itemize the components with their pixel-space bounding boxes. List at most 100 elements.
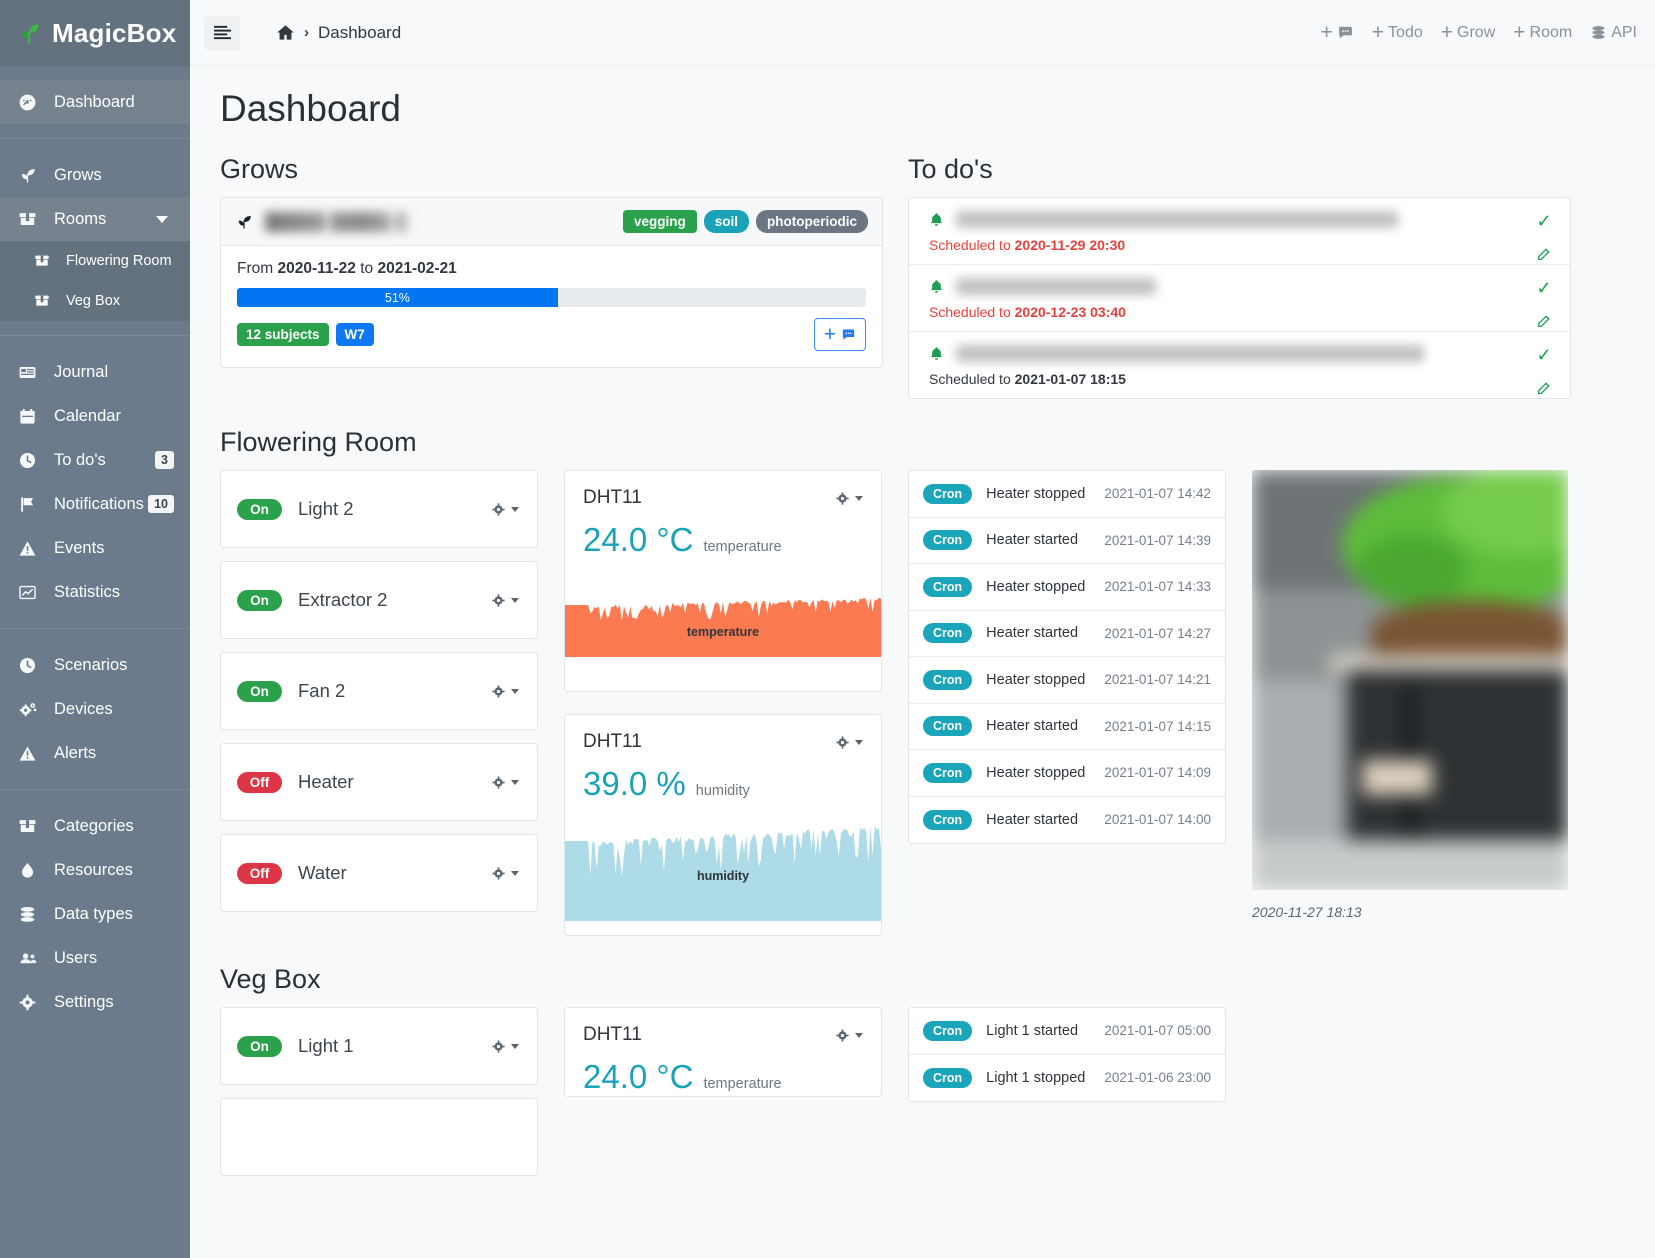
photo-column-flowering: 2020-11-27 18:13: [1252, 470, 1572, 920]
sidebar-item-todos[interactable]: To do's 3: [0, 438, 190, 482]
sidebar-item-rooms[interactable]: Rooms: [0, 197, 190, 241]
nav-group-grows-rooms: Grows Rooms Flowering Room Veg Box: [0, 139, 190, 336]
grow-add-note-button[interactable]: +: [813, 318, 866, 351]
device-list-flowering: On Light 2 On Extractor 2 On Fan 2 Off H…: [220, 470, 538, 912]
sensor-card-humidity[interactable]: DHT11 39.0 % humidity humidity: [564, 714, 882, 936]
sidebar-item-settings[interactable]: Settings: [0, 980, 190, 1024]
device-state-badge[interactable]: On: [237, 1035, 282, 1057]
todos-heading: To do's: [908, 154, 993, 184]
sidebar-item-dashboard[interactable]: Dashboard: [0, 80, 190, 124]
device-card[interactable]: On Extractor 2: [220, 561, 538, 639]
database-icon: [1590, 24, 1607, 41]
plus-icon: +: [1320, 21, 1333, 44]
device-state-badge[interactable]: On: [237, 589, 282, 611]
device-state-badge[interactable]: On: [237, 498, 282, 520]
todos-card: Scheduled to 2020-11-29 20:30 ✓ Schedule…: [908, 197, 1571, 399]
add-todo-action[interactable]: + Todo: [1372, 22, 1423, 43]
sidebar-item-label: Resources: [54, 860, 133, 879]
gear-icon: [491, 502, 506, 517]
room-photo[interactable]: [1252, 470, 1568, 890]
device-state-badge[interactable]: On: [237, 680, 282, 702]
event-log-row[interactable]: Cron Light 1 stopped 2021-01-06 23:00: [909, 1055, 1225, 1102]
sidebar-item-calendar[interactable]: Calendar: [0, 394, 190, 438]
device-card[interactable]: On Light 2: [220, 470, 538, 548]
chevron-down-icon: [511, 597, 519, 603]
sparkline-temperature: temperature: [565, 579, 881, 657]
sidebar-item-journal[interactable]: Journal: [0, 350, 190, 394]
gear-icon: [491, 1039, 506, 1054]
event-log-row[interactable]: Cron Heater stopped 2021-01-07 14:21: [909, 657, 1225, 704]
event-log-row[interactable]: Cron Light 1 started 2021-01-07 05:00: [909, 1008, 1225, 1055]
sidebar-item-data-types[interactable]: Data types: [0, 892, 190, 936]
sidebar-item-notifications[interactable]: Notifications 10: [0, 482, 190, 526]
todo-item[interactable]: Scheduled to 2020-11-29 20:30 ✓: [909, 198, 1570, 265]
sparkline-label: temperature: [686, 625, 760, 639]
edit-icon[interactable]: [1536, 313, 1552, 329]
sidebar-item-scenarios[interactable]: Scenarios: [0, 643, 190, 687]
event-log-row[interactable]: Cron Heater started 2021-01-07 14:27: [909, 611, 1225, 657]
nav-group-primary: Dashboard: [0, 66, 190, 139]
edit-icon[interactable]: [1536, 246, 1552, 262]
sensor-settings-dropdown[interactable]: [835, 735, 863, 750]
grow-card[interactable]: █████ █████ █ vegging soil photoperiodic…: [220, 197, 883, 368]
device-settings-dropdown[interactable]: [491, 684, 519, 699]
gear-icon: [491, 866, 506, 881]
todo-item[interactable]: Scheduled to 2021-01-07 18:15 ✓: [909, 332, 1570, 398]
device-settings-dropdown[interactable]: [491, 593, 519, 608]
sidebar-item-resources[interactable]: Resources: [0, 848, 190, 892]
event-log-row[interactable]: Cron Heater started 2021-01-07 14:00: [909, 797, 1225, 844]
sidebar-item-categories[interactable]: Categories: [0, 804, 190, 848]
todo-item[interactable]: Scheduled to 2020-12-23 03:40 ✓: [909, 265, 1570, 332]
home-icon[interactable]: [276, 23, 295, 42]
event-log-row[interactable]: Cron Heater stopped 2021-01-07 14:09: [909, 750, 1225, 797]
hamburger-icon[interactable]: [204, 15, 240, 50]
brand-logo[interactable]: MagicBox: [0, 0, 190, 66]
event-log-row[interactable]: Cron Heater started 2021-01-07 14:15: [909, 704, 1225, 750]
device-settings-dropdown[interactable]: [491, 866, 519, 881]
check-icon[interactable]: ✓: [1536, 346, 1551, 364]
device-settings-dropdown[interactable]: [491, 1039, 519, 1054]
sidebar-item-flowering-room[interactable]: Flowering Room: [0, 241, 190, 281]
device-state-badge[interactable]: Off: [237, 862, 282, 884]
add-grow-action[interactable]: + Grow: [1441, 22, 1496, 43]
check-icon[interactable]: ✓: [1536, 279, 1551, 297]
nav-group-admin: Categories Resources Data types Users Se…: [0, 790, 190, 1038]
sidebar-item-grows[interactable]: Grows: [0, 153, 190, 197]
sensor-card-temperature[interactable]: DHT11 24.0 °C temperature: [564, 1007, 882, 1097]
check-icon[interactable]: ✓: [1536, 212, 1551, 230]
sensor-settings-dropdown[interactable]: [835, 1028, 863, 1043]
chevron-down-icon[interactable]: [156, 215, 168, 223]
api-action[interactable]: API: [1590, 24, 1637, 42]
add-note-action[interactable]: +: [1321, 22, 1354, 43]
event-log-row[interactable]: Cron Heater started 2021-01-07 14:39: [909, 518, 1225, 564]
sidebar-item-label: Scenarios: [54, 655, 128, 674]
sidebar-item-events[interactable]: Events: [0, 526, 190, 570]
event-timestamp: 2021-01-07 14:00: [1104, 812, 1211, 828]
sensor-card-temperature[interactable]: DHT11 24.0 °C temperature temperature: [564, 470, 882, 692]
sensor-value: 24.0 °C: [583, 1058, 694, 1095]
sidebar-item-alerts[interactable]: Alerts: [0, 731, 190, 775]
sidebar-item-veg-box[interactable]: Veg Box: [0, 281, 190, 321]
device-settings-dropdown[interactable]: [491, 775, 519, 790]
add-room-action[interactable]: + Room: [1513, 22, 1572, 43]
event-log-row[interactable]: Cron Heater stopped 2021-01-07 14:42: [909, 471, 1225, 518]
device-card[interactable]: On Light 1: [220, 1007, 538, 1085]
sensor-settings-dropdown[interactable]: [835, 491, 863, 506]
event-log-row[interactable]: Cron Heater stopped 2021-01-07 14:33: [909, 564, 1225, 611]
api-label: API: [1611, 23, 1637, 41]
event-source-badge: Cron: [923, 483, 973, 504]
device-card-partial[interactable]: [220, 1098, 538, 1176]
sidebar-item-statistics[interactable]: Statistics: [0, 570, 190, 614]
device-state-badge[interactable]: Off: [237, 771, 282, 793]
sidebar-item-devices[interactable]: Devices: [0, 687, 190, 731]
event-message: Heater stopped: [986, 578, 1086, 595]
device-settings-dropdown[interactable]: [491, 502, 519, 517]
plus-icon: +: [1371, 21, 1385, 44]
device-card[interactable]: Off Heater: [220, 743, 538, 821]
sidebar-item-users[interactable]: Users: [0, 936, 190, 980]
edit-icon[interactable]: [1536, 380, 1552, 396]
todo-schedule: Scheduled to 2021-01-07 18:15: [929, 371, 1550, 387]
chart-line-icon: [18, 582, 44, 602]
device-card[interactable]: On Fan 2: [220, 652, 538, 730]
device-card[interactable]: Off Water: [220, 834, 538, 912]
